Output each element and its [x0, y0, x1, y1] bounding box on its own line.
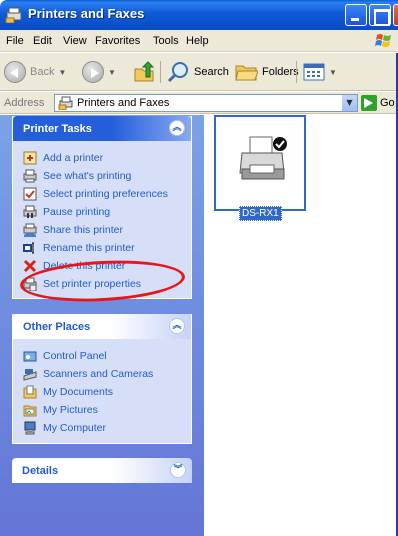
- other-places-title: Other Places: [23, 321, 91, 333]
- menu-file[interactable]: File: [6, 35, 24, 47]
- other-places-panel: Other Places ︽ Control Panel Scanners an…: [12, 314, 192, 444]
- search-icon: [167, 62, 188, 83]
- menu-tools[interactable]: Tools: [153, 35, 179, 47]
- close-button[interactable]: [393, 4, 398, 26]
- menu-help[interactable]: Help: [186, 35, 209, 47]
- place-control-panel[interactable]: Control Panel: [23, 347, 185, 365]
- computer-icon: [24, 421, 36, 435]
- forward-dropdown-icon[interactable]: ▼: [108, 68, 116, 77]
- back-arrow-icon: [4, 61, 26, 83]
- add-printer-icon: [23, 151, 37, 165]
- preferences-icon: [23, 187, 37, 201]
- back-dropdown-icon[interactable]: ▼: [58, 68, 66, 77]
- search-button[interactable]: Search: [166, 57, 229, 87]
- place-label: My Computer: [43, 422, 107, 434]
- back-button[interactable]: Back ▼: [4, 57, 66, 87]
- pause-icon: [23, 205, 37, 218]
- task-see-printing[interactable]: See what's printing: [23, 167, 185, 185]
- printer-tasks-title: Printer Tasks: [23, 123, 92, 135]
- printers-folder-icon: [58, 96, 73, 110]
- print-queue-icon: [23, 169, 37, 183]
- rename-icon: [23, 242, 34, 254]
- menu-favorites[interactable]: Favorites: [95, 35, 140, 47]
- place-my-documents[interactable]: My Documents: [23, 383, 185, 401]
- task-printing-preferences[interactable]: Select printing preferences: [23, 185, 185, 203]
- task-label: Select printing preferences: [43, 188, 168, 200]
- folders-label: Folders: [262, 66, 299, 78]
- printer-item[interactable]: [214, 115, 306, 211]
- minimize-button[interactable]: [345, 4, 367, 26]
- forward-arrow-icon: [82, 61, 104, 83]
- search-label: Search: [194, 66, 229, 78]
- task-pause-printing[interactable]: Pause printing: [23, 203, 185, 221]
- place-my-computer[interactable]: My Computer: [23, 419, 185, 437]
- place-label: My Pictures: [43, 404, 98, 416]
- views-button[interactable]: ▼: [303, 57, 337, 87]
- printers-folder-icon: [5, 7, 22, 23]
- control-panel-icon: [23, 351, 37, 362]
- printers-window: Printers and Faxes File Edit View Favori…: [0, 0, 398, 536]
- collapse-icon[interactable]: ︽: [169, 120, 185, 136]
- window-title: Printers and Faxes: [28, 6, 145, 21]
- forward-button[interactable]: ▼: [82, 57, 116, 87]
- up-folder-button[interactable]: [133, 57, 155, 87]
- back-label: Back: [30, 66, 55, 78]
- place-my-pictures[interactable]: My Pictures: [23, 401, 185, 419]
- place-label: My Documents: [43, 386, 114, 398]
- views-dropdown-icon[interactable]: ▼: [329, 68, 337, 77]
- printer-icon: [239, 136, 287, 180]
- task-add-printer[interactable]: Add a printer: [23, 149, 185, 167]
- scanner-icon: [23, 369, 37, 381]
- task-share-printer[interactable]: Share this printer: [23, 221, 185, 239]
- go-button[interactable]: Go: [380, 97, 395, 109]
- details-panel: Details ︾: [12, 458, 192, 483]
- address-bar: Address Printers and Faxes ▼ Go: [0, 92, 398, 114]
- task-label: See what's printing: [43, 170, 132, 182]
- printer-name[interactable]: DS-RX1: [239, 206, 282, 221]
- up-folder-icon: [134, 61, 155, 82]
- address-value: Printers and Faxes: [77, 97, 170, 109]
- details-header[interactable]: Details ︾: [12, 458, 192, 483]
- place-label: Scanners and Cameras: [43, 368, 154, 380]
- pictures-icon: [23, 405, 37, 417]
- menu-view[interactable]: View: [63, 35, 87, 47]
- task-pane: Printer Tasks ︽ Add a printer See what's…: [0, 115, 204, 536]
- toolbar: Back ▼ ▼ Search Folders ▼: [0, 53, 398, 91]
- place-label: Control Panel: [43, 350, 107, 362]
- folders-button[interactable]: Folders: [234, 57, 299, 87]
- views-icon: [303, 63, 325, 81]
- task-label: Rename this printer: [43, 242, 135, 254]
- maximize-button[interactable]: [369, 4, 391, 26]
- place-scanners-cameras[interactable]: Scanners and Cameras: [23, 365, 185, 383]
- address-dropdown-icon[interactable]: ▼: [341, 95, 357, 111]
- go-arrow-icon[interactable]: [361, 95, 377, 111]
- toolbar-separator: [296, 61, 297, 83]
- task-rename-printer[interactable]: Rename this printer: [23, 239, 185, 257]
- toolbar-separator: [160, 61, 161, 83]
- expand-icon[interactable]: ︾: [170, 462, 186, 478]
- task-label: Share this printer: [43, 224, 123, 236]
- details-title: Details: [22, 465, 59, 477]
- task-label: Add a printer: [43, 152, 104, 164]
- folders-icon: [235, 65, 258, 81]
- task-label: Pause printing: [43, 206, 111, 218]
- content-pane: DS-RX1: [205, 115, 398, 536]
- collapse-icon[interactable]: ︽: [169, 318, 185, 334]
- address-input[interactable]: Printers and Faxes ▼: [54, 94, 358, 112]
- menu-bar: File Edit View Favorites Tools Help: [0, 30, 398, 52]
- delete-icon: [23, 259, 37, 273]
- other-places-header[interactable]: Other Places ︽: [13, 314, 191, 339]
- folder-icon: [23, 385, 37, 399]
- title-bar[interactable]: Printers and Faxes: [0, 0, 398, 30]
- windows-logo-icon: [375, 34, 391, 47]
- menu-edit[interactable]: Edit: [33, 35, 52, 47]
- share-icon: [23, 223, 37, 237]
- address-label: Address: [4, 97, 45, 109]
- printer-tasks-header[interactable]: Printer Tasks ︽: [13, 116, 191, 141]
